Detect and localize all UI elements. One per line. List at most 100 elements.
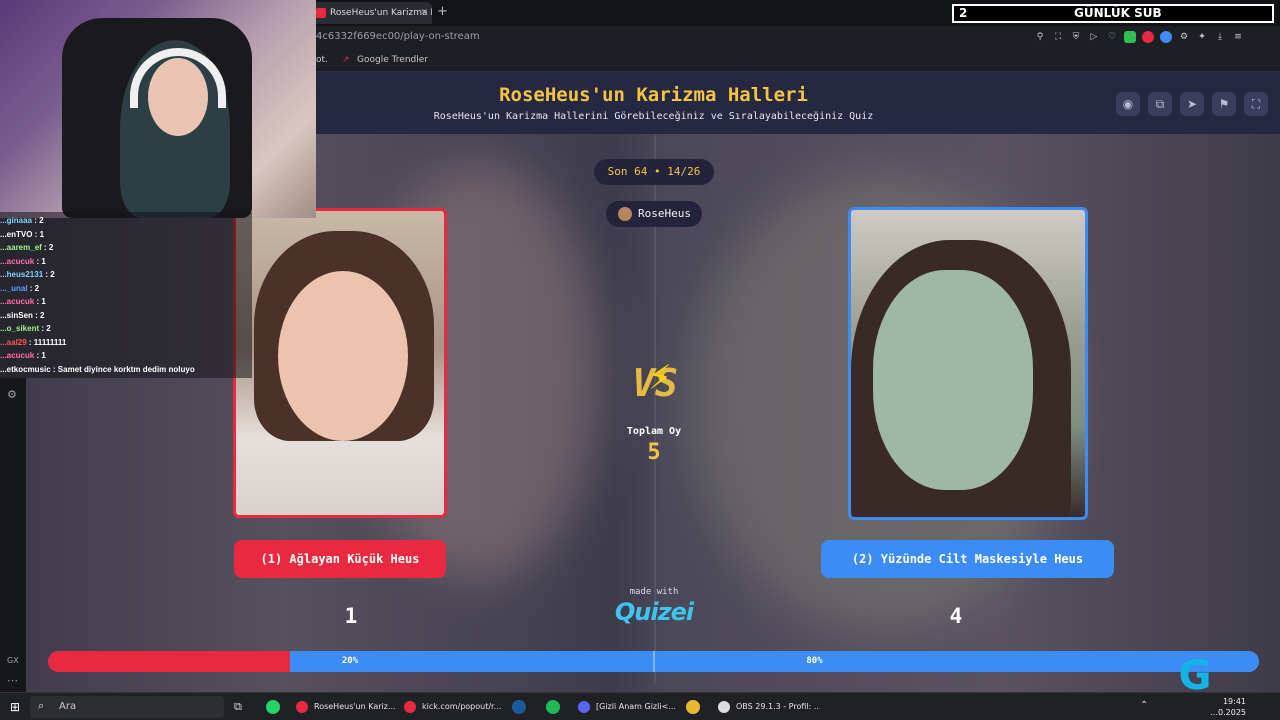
extension-blue-icon[interactable]: [1160, 31, 1172, 43]
app-kick-icon: [404, 701, 416, 713]
extension-green-icon[interactable]: [1124, 31, 1136, 43]
steam-icon[interactable]: [512, 700, 526, 714]
flag-icon[interactable]: ⚑: [1212, 92, 1236, 116]
taskbar-app-obs[interactable]: OBS 29.1.3 - Profil: ...: [714, 697, 820, 717]
chat-text: : 2: [27, 283, 40, 293]
chat-username: ...etkocmusic: [0, 364, 51, 374]
photo-face: [873, 270, 1033, 490]
tab-title: RoseHeus'un Karizma Ha: [330, 8, 432, 18]
trends-icon: ↗: [342, 55, 350, 65]
taskbar-app-label: RoseHeus'un Kariz...: [314, 702, 396, 711]
spotify-icon[interactable]: [546, 700, 560, 714]
chat-text: : Samet diyince korktm dedim noluyo: [50, 364, 195, 374]
vote-count-left: 1: [344, 604, 358, 628]
tab-close-icon[interactable]: ✕: [420, 2, 428, 24]
choice-image-left[interactable]: [233, 208, 447, 518]
webcam-overlay: [0, 0, 316, 218]
choice-button-left[interactable]: (1) Ağlayan Küçük Heus: [234, 540, 446, 578]
more-icon[interactable]: ⋯: [7, 674, 18, 687]
chat-message: ...enTVO : 1: [0, 228, 252, 241]
gx-icon[interactable]: GX: [7, 656, 19, 665]
vote-percent-right: 80%: [806, 656, 823, 666]
bookmark-google-trends[interactable]: Google Trendler: [357, 55, 428, 65]
vote-bar-left-fill: [48, 651, 290, 672]
daily-sub-overlay: 2 GÜNLÜK SUB: [952, 4, 1274, 23]
sub-count: 2: [959, 6, 968, 20]
chat-overlay: ...ginaaa : 2 ...enTVO : 1 ...aarem_ef : 2…: [0, 212, 252, 378]
quizei-logo[interactable]: Quizei: [604, 598, 704, 626]
screenshot-icon[interactable]: ⛶: [1052, 31, 1064, 43]
round-indicator: Son 64 • 14/26: [594, 159, 714, 185]
chat-username: ...heus2131: [0, 270, 44, 279]
vote-count-right: 4: [949, 604, 963, 628]
chat-username: ...o_sikent: [0, 324, 40, 333]
share-icon[interactable]: ⧉: [1148, 92, 1172, 116]
taskbar-app-label: [Gizli Anam Gizli<...: [596, 702, 676, 711]
download-icon[interactable]: ⤓: [1214, 31, 1226, 43]
quiz-favicon-icon: [316, 8, 326, 18]
chat-text: : 1: [34, 256, 46, 266]
vote-bar-midline: [653, 651, 655, 672]
chat-text: : 2: [32, 216, 44, 225]
left-sidebar: ⚙ GX ⋯: [0, 378, 26, 692]
chat-username: ...enTVO: [0, 229, 33, 239]
windows-start-icon[interactable]: ⊞: [10, 700, 20, 714]
system-clock[interactable]: 19:41 ...0.2025: [1210, 696, 1246, 718]
send-icon[interactable]: ➤: [1180, 92, 1204, 116]
chat-username: ...acucuk: [0, 297, 35, 306]
total-votes-value: 5: [647, 440, 661, 465]
shield-icon[interactable]: ⛨: [1070, 31, 1082, 43]
chat-username: ...ginaaa: [0, 216, 33, 225]
chat-message: ...ginaaa : 2: [0, 214, 252, 227]
author-badge[interactable]: RoseHeus: [606, 201, 702, 227]
chat-message: ...aal29 : 11111111: [0, 336, 252, 349]
chat-message: ...o_sikent : 2: [0, 322, 252, 335]
play-icon[interactable]: ▷: [1088, 31, 1100, 43]
bookmark-item[interactable]: ot.: [316, 55, 328, 65]
extension-red-icon[interactable]: [1142, 31, 1154, 43]
chat-message: ...sinSen : 2: [0, 309, 252, 322]
author-name: RoseHeus: [638, 207, 691, 220]
taskbar: ⊞ ⌕ Ara ⧉ RoseHeus'un Kariz... kick.com/…: [0, 692, 1280, 720]
avatar: [618, 207, 632, 221]
choice-button-right[interactable]: (2) Yüzünde Cilt Maskesiyle Heus: [821, 540, 1114, 578]
app-quiz-icon: [296, 701, 308, 713]
photo-face: [278, 271, 408, 441]
chrome-icon[interactable]: [686, 700, 700, 714]
new-tab-button[interactable]: +: [437, 4, 448, 19]
made-with-label: made with: [629, 587, 679, 597]
chat-text: : 2: [43, 270, 55, 279]
search-placeholder: Ara: [59, 701, 77, 712]
task-view-icon[interactable]: ⧉: [234, 700, 248, 714]
choice-image-right[interactable]: [848, 207, 1088, 520]
fullscreen-icon[interactable]: ⛶: [1244, 92, 1268, 116]
extensions-toolbar: ⚲ ⛶ ⛨ ▷ ♡ ⚙ ✦ ⤓ ≡: [1034, 31, 1244, 43]
gear-icon[interactable]: ⚙: [7, 388, 17, 401]
eye-icon[interactable]: ◉: [1116, 92, 1140, 116]
screen: RoseHeus'un Karizma Ha ✕ + ⌕ — ❐ 2 GÜNLÜ…: [0, 0, 1280, 720]
tray-chevron-icon[interactable]: ⌃: [1140, 700, 1148, 711]
chat-message: ...acucuk : 1: [0, 295, 252, 308]
chat-message: ...etkocmusic : Samet diyince korktm ded…: [0, 363, 252, 376]
chat-text: : 1: [32, 229, 45, 239]
taskbar-search[interactable]: ⌕ Ara: [30, 696, 224, 718]
extensions-icon[interactable]: ✦: [1196, 31, 1208, 43]
chat-username: ...sinSen: [0, 310, 33, 320]
app-obs-icon: [718, 701, 730, 713]
search-icon: ⌕: [38, 699, 45, 712]
clock-time: 19:41: [1222, 697, 1246, 706]
bookmark-icon[interactable]: ⚲: [1034, 31, 1046, 43]
taskbar-app-discord[interactable]: [Gizli Anam Gizli<...: [574, 697, 678, 717]
taskbar-app-kick[interactable]: kick.com/popout/r...: [400, 697, 504, 717]
tab-quiz[interactable]: RoseHeus'un Karizma Ha ✕: [310, 2, 432, 24]
url-field[interactable]: 4c6332f669ec00/play-on-stream: [316, 31, 480, 42]
taskbar-app-quiz[interactable]: RoseHeus'un Kariz...: [292, 697, 396, 717]
chat-text: : 11111111: [26, 337, 67, 347]
chat-username: ...aarem_ef: [0, 243, 42, 252]
chat-username: ..._unal: [0, 283, 28, 293]
heart-icon[interactable]: ♡: [1106, 31, 1118, 43]
app-discord-icon: [578, 701, 590, 713]
whatsapp-icon[interactable]: [266, 700, 280, 714]
settings-icon[interactable]: ⚙: [1178, 31, 1190, 43]
menu-icon[interactable]: ≡: [1232, 31, 1244, 43]
